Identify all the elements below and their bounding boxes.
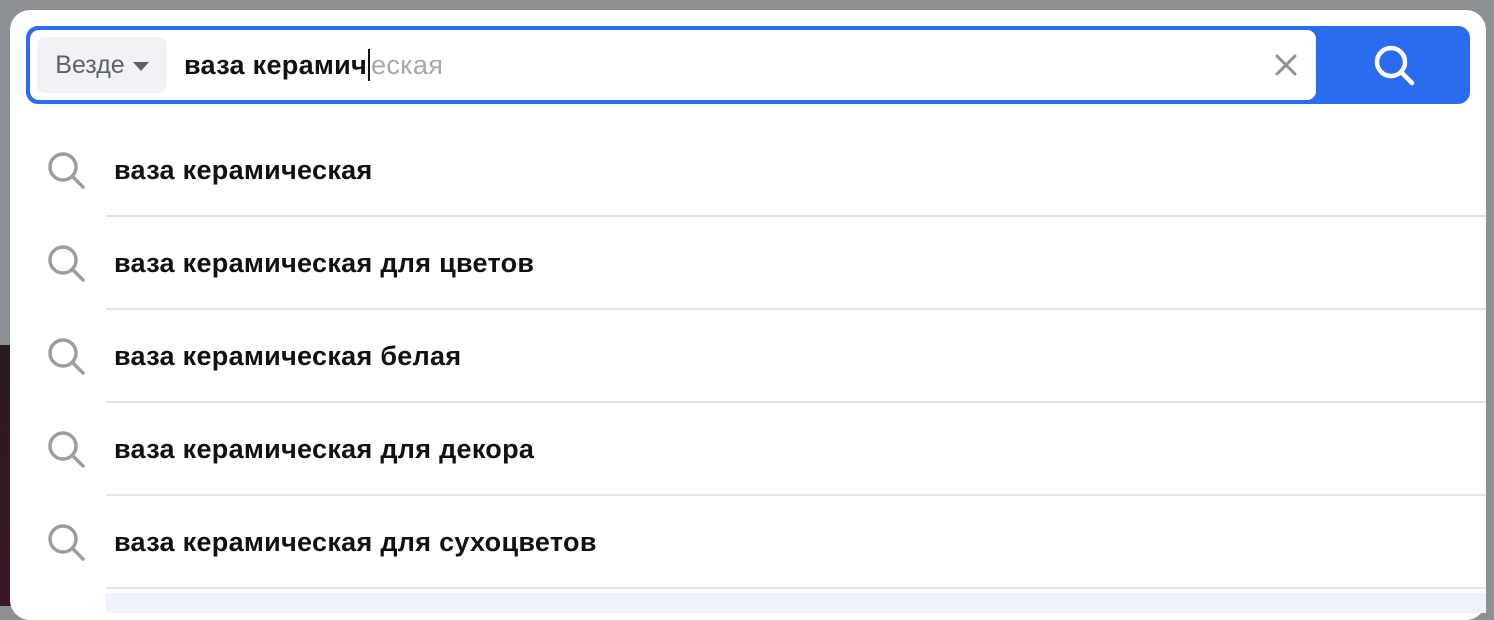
clear-search-button[interactable]	[1272, 51, 1300, 79]
suggestion-text: ваза керамическая	[114, 155, 373, 185]
suggestion-item[interactable]: ваза керамическая для декора	[10, 403, 1486, 496]
suggestion-item[interactable]: ваза керамическая для цветов	[10, 217, 1486, 310]
suggestion-text: ваза керамическая белая	[114, 341, 462, 371]
search-icon	[48, 524, 85, 561]
search-icon	[48, 152, 85, 189]
suggestion-text: ваза керамическая для цветов	[114, 248, 535, 278]
search-scope-label: Везде	[55, 50, 125, 79]
search-icon	[1374, 45, 1415, 86]
search-input-value: ваза керамич	[184, 49, 368, 80]
text-cursor	[368, 49, 371, 81]
search-icon	[48, 338, 85, 375]
search-autocomplete-hint: еская	[371, 49, 444, 80]
suggestion-list: ваза керамическая ваза керамическая для …	[10, 124, 1486, 589]
suggestion-text: ваза керамическая для декора	[114, 434, 535, 464]
search-field[interactable]: Везде ваза керамич еская	[30, 30, 1316, 100]
search-bar: Везде ваза керамич еская	[26, 26, 1470, 104]
suggestion-item[interactable]: ваза керамическая белая	[10, 310, 1486, 403]
search-dropdown-panel: Везде ваза керамич еская ваза керамическ…	[10, 10, 1486, 620]
search-scope-select[interactable]: Везде	[37, 37, 167, 93]
search-input[interactable]: ваза керамич еская	[184, 30, 443, 100]
suggestion-text: ваза керамическая для сухоцветов	[114, 527, 597, 557]
next-suggestion-partial	[106, 593, 1486, 613]
caret-down-icon	[132, 61, 149, 71]
suggestion-item[interactable]: ваза керамическая для сухоцветов	[10, 496, 1486, 589]
suggestion-item[interactable]: ваза керамическая	[10, 124, 1486, 217]
search-submit-button[interactable]	[1318, 26, 1470, 104]
search-icon	[48, 245, 85, 282]
close-icon	[1275, 54, 1297, 76]
search-icon	[48, 431, 85, 468]
